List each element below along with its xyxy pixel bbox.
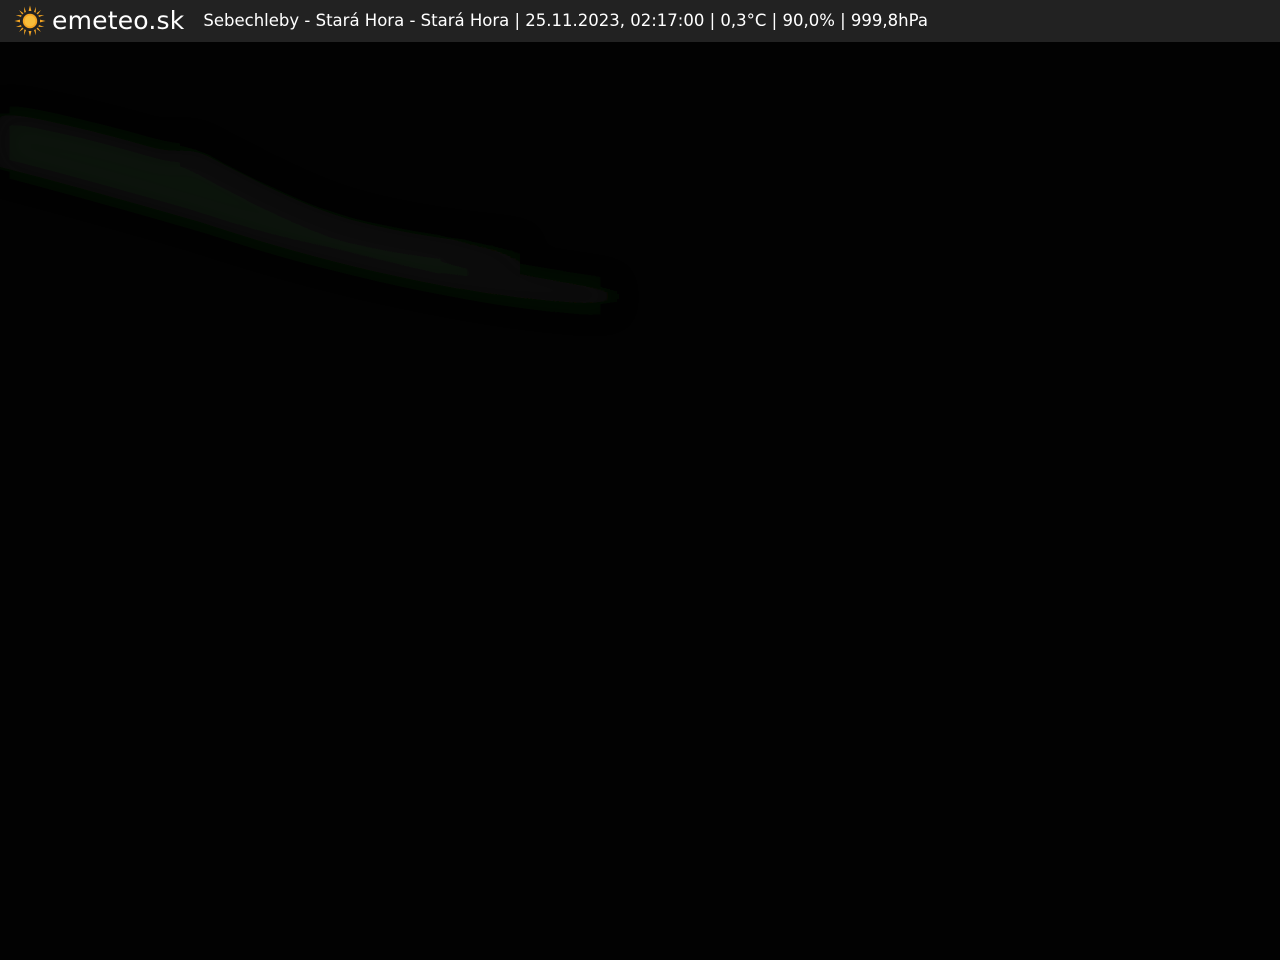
night-scene [0,42,1280,960]
sun-icon [14,5,46,37]
webcam-image [0,42,1280,960]
webcam-page: emeteo.sk Sebechleby - Stará Hora - Star… [0,0,1280,960]
brand-logo[interactable]: emeteo.sk [14,0,184,42]
weather-status-text: Sebechleby - Stará Hora - Stará Hora | 2… [203,11,928,30]
brand-name[interactable]: emeteo.sk [52,0,184,42]
header-bar: emeteo.sk Sebechleby - Stará Hora - Star… [0,0,1280,42]
